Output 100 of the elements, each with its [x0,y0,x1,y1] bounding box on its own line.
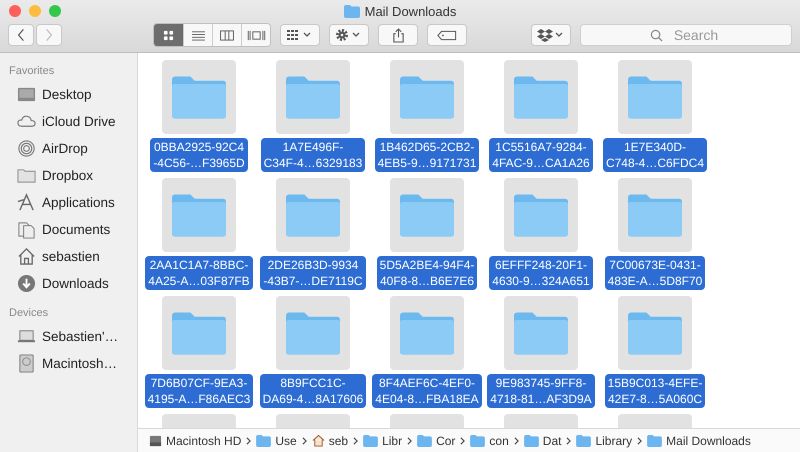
house-icon [312,434,325,447]
file-name[interactable]: 1B462D65-2CB2- 4EB5-9…9171731 [374,138,480,172]
column-view-button[interactable] [212,24,241,46]
path-item[interactable]: Use [256,434,297,448]
action-button[interactable] [329,24,369,46]
folder-icon [576,434,592,446]
house-icon [17,247,36,266]
path-item[interactable]: Cor [417,434,456,448]
file-name[interactable]: 6EFFF248-20F1- 4630-9…324A651 [489,256,593,290]
path-item[interactable]: Dat [524,434,562,448]
folder-icon [470,434,486,446]
chevron-right-icon [45,28,53,42]
minimize-button[interactable] [29,5,41,17]
path-item[interactable]: Macintosh HD [149,434,242,448]
sidebar-item[interactable]: Sebastien'… [42,329,118,344]
file-name[interactable]: 5D5A2BE4-94F4- 40F8-8…B6E7E6 [376,256,478,290]
file-name[interactable]: 7C00673E-0431- 483E-A…5D8F70 [604,256,706,290]
chevron-icon [407,436,412,444]
documents-icon [17,220,36,239]
dropbox-dropdown-icon [537,28,565,42]
airdrop-icon [17,139,36,158]
share-icon [392,28,404,42]
folder-icon[interactable] [390,60,464,134]
folder-icon[interactable] [504,296,578,370]
gallery-view-button[interactable] [241,24,270,46]
chevron-icon [637,436,642,444]
chevron-icon [353,436,358,444]
folder-icon[interactable] [276,178,350,252]
sidebar-section-title: Devices [8,307,50,319]
folder-icon [256,434,272,446]
file-name[interactable]: 8F4AEF6C-4EF0- 4E04-8…FBA18EA [372,374,482,408]
file-name[interactable]: 8B9FCC1C- DA69-4…8A17606 [260,374,366,408]
sidebar-item[interactable]: Documents [42,222,110,237]
folder-icon[interactable] [162,178,236,252]
folder-icon [524,434,539,446]
sidebar-item[interactable]: Applications [42,195,115,210]
gallery-icon [246,30,266,40]
folder-icon [344,4,360,18]
chevron-icon [460,436,466,444]
path-item[interactable]: Mail Downloads [647,434,751,448]
chevron-icon [246,436,252,444]
folder-icon[interactable] [504,178,578,252]
folder-icon[interactable] [162,60,236,134]
path-item[interactable]: Library [576,434,632,448]
chevron-left-icon [17,28,25,42]
chevron-icon [514,436,519,444]
back-button[interactable] [8,24,34,46]
close-button[interactable] [9,5,21,17]
folder-icon[interactable] [618,296,692,370]
folder-icon[interactable] [618,178,692,252]
hard-drive-icon [17,354,36,373]
folder-icon[interactable] [390,296,464,370]
path-item[interactable]: con [470,434,509,448]
grid-dropdown-icon [287,29,313,41]
zoom-button[interactable] [49,5,61,17]
icon-view-button[interactable] [154,24,183,46]
sidebar-item[interactable]: Dropbox [42,168,94,183]
desktop-icon [17,85,36,104]
folder-icon[interactable] [162,296,236,370]
file-name[interactable]: 2DE26B3D-9934 -43B7-…DE7119C [260,256,366,290]
dropbox-button[interactable] [531,24,571,46]
folder-icon [417,434,432,446]
search-field[interactable]: Search [580,24,792,46]
folder-icon [363,434,378,446]
applications-icon [17,193,36,212]
sidebar-item[interactable]: Macintosh… [42,356,118,371]
window-title: Mail Downloads [364,4,456,18]
folder-icon[interactable] [504,60,578,134]
file-name[interactable]: 0BBA2925-92C4 -4C56-…F3965D [150,138,248,172]
chevron-icon [302,436,307,444]
share-button[interactable] [378,24,418,46]
file-name[interactable]: 9E983745-9FF8- 4718-81…AF3D9A [487,374,595,408]
folder-icon[interactable] [276,60,350,134]
list-icon [190,30,206,40]
columns-icon [219,30,235,40]
search-icon [650,29,663,42]
folder-icon[interactable] [276,296,350,370]
file-name[interactable]: 15B9C013-4EFE- 42E7-8…5A060C [604,374,706,408]
sidebar-item[interactable]: iCloud Drive [42,114,116,129]
list-view-button[interactable] [183,24,212,46]
folder-icon[interactable] [390,178,464,252]
file-name[interactable]: 1C5516A7-9284- 4FAC-9…CA1A26 [489,138,593,172]
path-item[interactable]: seb [312,434,348,448]
chevron-icon [566,436,572,444]
tag-button[interactable] [427,24,467,46]
file-name[interactable]: 7D6B07CF-9EA3- 4195-A…F86AEC3 [144,374,254,408]
arrange-button[interactable] [280,24,320,46]
path-item[interactable]: Libr [363,434,402,448]
file-name[interactable]: 1A7E496F- C34F-4…6329183 [260,138,366,172]
folder-icon [647,434,662,446]
sidebar-item[interactable]: sebastien [42,249,100,264]
sidebar-item[interactable]: AirDrop [42,141,88,156]
file-name[interactable]: 2AA1C1A7-8BBC- 4A25-A…03F87FB [145,256,253,290]
folder-icon[interactable] [618,60,692,134]
hard-drive-icon [149,434,162,447]
sidebar-item[interactable]: Downloads [42,276,109,291]
download-icon [17,274,36,293]
sidebar-item[interactable]: Desktop [42,87,92,102]
file-name[interactable]: 1E7E340D- C748-4…C6FDC4 [602,138,708,172]
tag-icon [437,30,457,40]
